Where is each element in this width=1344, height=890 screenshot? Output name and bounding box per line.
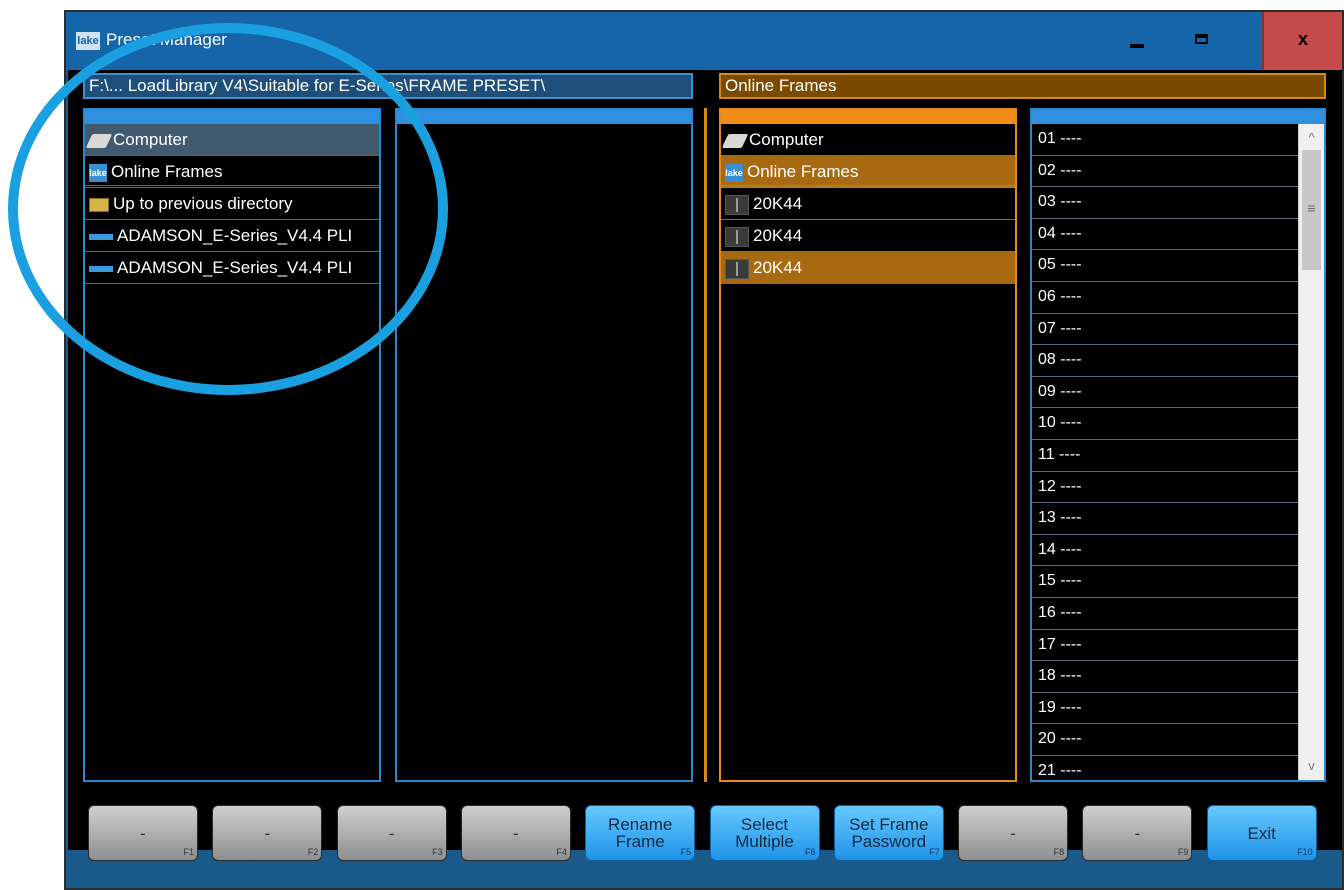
computer-icon: [85, 133, 113, 148]
slot-row[interactable]: 15 ----: [1032, 566, 1300, 598]
slot-row[interactable]: 10 ----: [1032, 408, 1300, 440]
slot-row[interactable]: 11 ----: [1032, 440, 1300, 472]
panel-header: [1032, 110, 1324, 124]
list-item-computer[interactable]: Computer: [85, 124, 379, 156]
close-button[interactable]: x: [1262, 12, 1342, 70]
function-key-label: F5: [680, 847, 692, 857]
function-key-bar: - F1 - F2 - F3 - F4 Rename Frame F5 Select Multipl…: [68, 795, 1342, 865]
function-button-f3[interactable]: - F3: [336, 805, 447, 861]
slot-row[interactable]: 16 ----: [1032, 598, 1300, 630]
computer-icon: [721, 133, 749, 148]
function-key-label: F2: [307, 847, 319, 857]
slot-row[interactable]: 14 ----: [1032, 535, 1300, 567]
scroll-up-icon[interactable]: ^: [1299, 126, 1324, 150]
slot-row[interactable]: 08 ----: [1032, 345, 1300, 377]
slot-row[interactable]: 13 ----: [1032, 503, 1300, 535]
slot-row[interactable]: 06 ----: [1032, 282, 1300, 314]
preset-file-icon: [89, 233, 113, 240]
slot-row[interactable]: 01 ----: [1032, 124, 1300, 156]
slot-row[interactable]: 05 ----: [1032, 250, 1300, 282]
button-label: Set Frame Password: [849, 815, 929, 851]
function-key-label: F1: [183, 847, 194, 857]
scroll-down-icon[interactable]: v: [1299, 754, 1324, 778]
button-label: -: [140, 823, 146, 843]
slot-row[interactable]: 12 ----: [1032, 472, 1300, 504]
main-content: F:\... LoadLibrary V4\Suitable for E-Ser…: [68, 70, 1342, 861]
lake-app-icon: lake: [76, 32, 100, 50]
scroll-thumb[interactable]: ≡: [1302, 150, 1321, 270]
function-key-label: F7: [929, 847, 940, 857]
button-label: -: [1010, 823, 1016, 843]
function-key-label: F8: [1053, 847, 1065, 857]
frame-icon: [725, 194, 749, 215]
frame-slots-panel[interactable]: 01 ---- 02 ---- 03 ---- 04 ---- 05 ---- 06 --…: [1030, 108, 1326, 782]
close-icon: x: [1297, 29, 1308, 49]
lake-icon: lake: [89, 163, 107, 182]
button-label: -: [264, 823, 271, 843]
online-frames-title: Online Frames: [719, 73, 1326, 99]
slot-row[interactable]: 19 ----: [1032, 693, 1300, 725]
preset-file-icon: [89, 265, 113, 272]
list-item-online-frames[interactable]: lake Online Frames: [721, 156, 1015, 188]
panel-header: [397, 110, 691, 124]
function-button-f2[interactable]: - F2: [212, 805, 323, 861]
list-item-online-frames[interactable]: lake Online Frames: [85, 156, 379, 188]
current-path: F:\... LoadLibrary V4\Suitable for E-Ser…: [83, 73, 693, 99]
list-item-frame[interactable]: 20K44: [721, 188, 1015, 220]
button-label: -: [388, 823, 395, 843]
frames-browser-panel[interactable]: Computer lake Online Frames 20K44 20K44 2…: [719, 108, 1017, 782]
list-item-up-directory[interactable]: Up to previous directory: [85, 188, 379, 220]
window-title: Preset Manager: [106, 30, 227, 49]
button-label: Select Multiple: [735, 815, 794, 851]
left-browser-panel[interactable]: Computer lake Online Frames Up to previou…: [83, 108, 381, 782]
slot-row[interactable]: 17 ----: [1032, 630, 1300, 662]
slot-row[interactable]: 20 ----: [1032, 724, 1300, 756]
list-item-preset-file[interactable]: ADAMSON_E-Series_V4.4 PLI: [85, 252, 379, 284]
function-key-label: F6: [804, 847, 816, 857]
lake-icon: lake: [725, 163, 743, 182]
function-button-f5[interactable]: Rename Frame F5: [585, 805, 696, 861]
button-label: Rename Frame: [608, 815, 673, 851]
minimize-button[interactable]: [1104, 12, 1168, 70]
preset-contents-panel[interactable]: [395, 108, 693, 782]
folder-up-icon: [89, 197, 109, 212]
preset-manager-window: lake Preset Manager x F:\... LoadLibrary…: [64, 10, 1344, 890]
function-button-f6[interactable]: Select Multiple F6: [709, 805, 820, 861]
function-key-label: F10: [1297, 847, 1313, 857]
grip-icon: ≡: [1307, 200, 1316, 216]
slot-row[interactable]: 09 ----: [1032, 377, 1300, 409]
function-button-f7[interactable]: Set Frame Password F7: [833, 805, 944, 861]
scrollbar[interactable]: ^ ≡ v: [1298, 124, 1324, 780]
slot-row[interactable]: 03 ----: [1032, 187, 1300, 219]
function-key-label: F4: [556, 847, 567, 857]
slot-list: 01 ---- 02 ---- 03 ---- 04 ---- 05 ---- 06 --…: [1032, 124, 1300, 780]
button-label: -: [1134, 823, 1141, 843]
slot-row[interactable]: 21 ----: [1032, 756, 1300, 780]
list-item-frame[interactable]: 20K44: [721, 220, 1015, 252]
frame-icon: [725, 258, 749, 279]
list-item-preset-file[interactable]: ADAMSON_E-Series_V4.4 PLI: [85, 220, 379, 252]
panel-header: [85, 110, 379, 124]
frame-icon: [725, 226, 749, 247]
function-button-f1[interactable]: - F1: [88, 805, 198, 861]
function-key-label: F9: [1177, 847, 1189, 857]
slot-row[interactable]: 02 ----: [1032, 156, 1300, 188]
slot-row[interactable]: 07 ----: [1032, 314, 1300, 346]
maximize-icon: [1195, 34, 1208, 44]
function-key-label: F3: [432, 847, 443, 857]
maximize-button[interactable]: [1170, 12, 1234, 70]
slot-row[interactable]: 18 ----: [1032, 661, 1300, 693]
function-button-f9[interactable]: - F9: [1082, 805, 1193, 861]
function-button-f4[interactable]: - F4: [460, 805, 571, 861]
function-button-f8[interactable]: - F8: [958, 805, 1069, 861]
divider: [704, 108, 707, 782]
function-button-f10[interactable]: Exit F10: [1206, 805, 1317, 861]
slot-row[interactable]: 04 ----: [1032, 219, 1300, 251]
minimize-icon: [1130, 44, 1144, 48]
list-item-frame[interactable]: 20K44: [721, 252, 1015, 284]
list-item-computer[interactable]: Computer: [721, 124, 1015, 156]
title-bar[interactable]: lake Preset Manager x: [66, 12, 1342, 70]
button-label: -: [513, 823, 519, 843]
panel-header: [721, 110, 1015, 124]
